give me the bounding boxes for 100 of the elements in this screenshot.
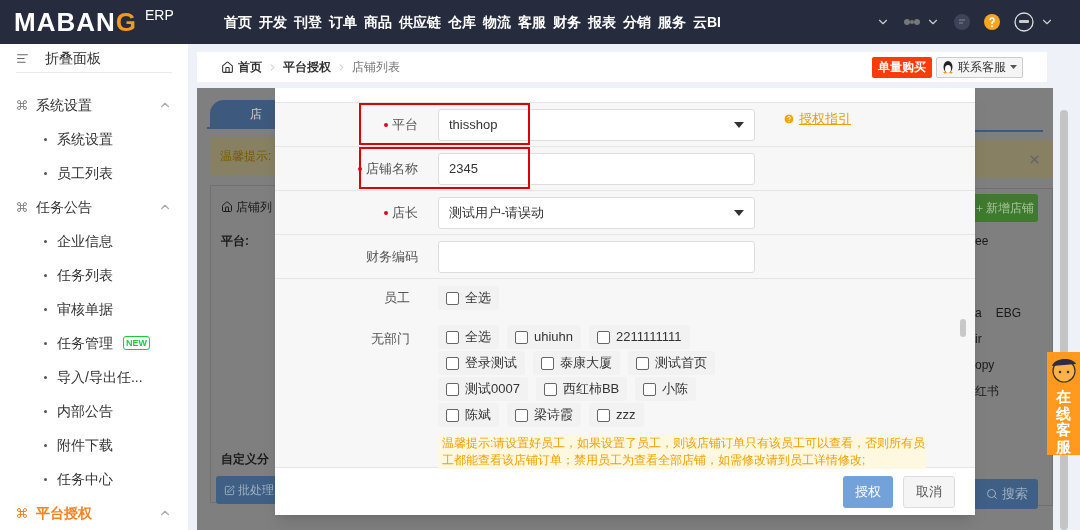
- avatar-icon[interactable]: [1014, 12, 1034, 32]
- bullet-icon: [44, 273, 47, 277]
- sidebar-item[interactable]: 系统设置: [57, 128, 113, 150]
- breadcrumb-link[interactable]: 首页: [238, 58, 262, 76]
- checkbox-option[interactable]: 2211111111: [589, 325, 690, 349]
- sidebar-item[interactable]: 企业信息: [57, 230, 113, 252]
- page-tab[interactable]: 店: [210, 100, 275, 127]
- checkbox[interactable]: [446, 408, 459, 422]
- home-icon: [221, 201, 233, 213]
- nav-link[interactable]: 刊登: [294, 11, 322, 33]
- bullet-icon: [44, 409, 47, 413]
- breadcrumb-link[interactable]: 店铺列表: [352, 58, 400, 76]
- nav-link[interactable]: 分销: [623, 11, 651, 33]
- checkbox[interactable]: [597, 408, 610, 422]
- platform-option[interactable]: ee: [975, 232, 989, 250]
- nav-link[interactable]: 首页: [224, 11, 252, 33]
- cancel-button[interactable]: 取消: [903, 475, 955, 508]
- nav-link[interactable]: 供应链: [399, 11, 441, 33]
- notice-text: 温馨提示:请设置好员工，如果设置了员工，则该店铺订单只有该员工可以查看，否则所有员工都能查看该店铺订单；禁用员工为查看全部店铺，如需修改请到员工详情修改;: [438, 435, 926, 469]
- input-field[interactable]: [438, 240, 755, 273]
- sidebar-item[interactable]: 员工列表: [57, 162, 113, 184]
- checkbox[interactable]: [446, 356, 459, 370]
- checkbox[interactable]: [515, 330, 528, 344]
- checkbox[interactable]: [643, 382, 657, 396]
- dots-icon[interactable]: [904, 18, 920, 26]
- platform-option[interactable]: 红书: [975, 382, 999, 400]
- checkbox[interactable]: [446, 291, 459, 305]
- select-field[interactable]: thisshop: [438, 108, 755, 141]
- checkbox-option[interactable]: 登录测试: [438, 351, 525, 375]
- sidebar-item[interactable]: 内部公告: [57, 400, 113, 422]
- home-icon: [221, 60, 234, 74]
- checkbox-option[interactable]: 陈斌: [438, 403, 499, 427]
- checkbox[interactable]: [446, 330, 459, 344]
- sidebar-item[interactable]: 审核单据: [57, 298, 113, 320]
- field-label: 无部门: [370, 330, 411, 348]
- checkbox[interactable]: [515, 408, 528, 422]
- caret-icon: [1010, 65, 1017, 69]
- nav-link[interactable]: 财务: [553, 11, 581, 33]
- scrollbar[interactable]: [959, 319, 967, 337]
- group-label: 任务公告: [36, 197, 92, 217]
- chat-icon[interactable]: [954, 14, 970, 30]
- breadcrumb-link[interactable]: 平台授权: [283, 58, 331, 76]
- nav-link[interactable]: 客服: [518, 11, 546, 33]
- sidebar-item[interactable]: 任务中心: [57, 468, 113, 490]
- sidebar-item[interactable]: 附件下载: [57, 434, 113, 456]
- nav-link[interactable]: 商品: [364, 11, 392, 33]
- select-value: thisshop: [449, 115, 498, 134]
- edit-icon: [224, 484, 235, 496]
- checkbox[interactable]: [543, 382, 557, 396]
- menu-icon[interactable]: [16, 51, 29, 65]
- checkbox-option[interactable]: 泰康大厦: [533, 351, 620, 375]
- nav-link[interactable]: 开发: [259, 11, 287, 33]
- nav-link[interactable]: 仓库: [448, 11, 476, 33]
- platform-option[interactable]: a: [975, 304, 982, 322]
- collapse-panel-button[interactable]: 折叠面板: [45, 47, 101, 69]
- platform-option[interactable]: opy: [975, 356, 995, 374]
- group-label: 系统设置: [36, 95, 92, 115]
- help-icon[interactable]: [984, 14, 1000, 30]
- platform-option[interactable]: EBG: [995, 304, 1022, 322]
- input-field[interactable]: 2345: [438, 152, 755, 185]
- bullet-icon: [44, 375, 47, 379]
- checkbox-option[interactable]: zzz: [589, 403, 644, 427]
- buy-button[interactable]: 单量购买: [872, 56, 932, 78]
- checkbox[interactable]: [597, 330, 611, 344]
- new-badge: NEW: [123, 336, 150, 350]
- checkbox-option[interactable]: 梁诗霞: [507, 403, 581, 427]
- select-field[interactable]: 测试用户-请误动: [438, 196, 755, 229]
- panel-title: 店铺列: [236, 199, 272, 216]
- platform-option[interactable]: ir: [975, 330, 982, 348]
- sidebar-item[interactable]: 任务管理: [57, 332, 113, 354]
- logo-suffix: ERP: [145, 6, 174, 25]
- nav-link[interactable]: 报表: [588, 11, 616, 33]
- sidebar-group[interactable]: 任务公告: [0, 190, 188, 224]
- checkbox-option[interactable]: 小陈: [635, 377, 697, 401]
- nav-link[interactable]: 服务: [658, 11, 686, 33]
- nav-link[interactable]: 物流: [483, 11, 511, 33]
- nav-link[interactable]: 云BI: [693, 11, 721, 33]
- contact-support-button[interactable]: 联系客服: [936, 56, 1023, 78]
- sidebar-group[interactable]: 系统设置: [0, 88, 188, 122]
- checkbox[interactable]: [636, 356, 649, 370]
- filter-label: 自定义分: [221, 451, 270, 468]
- sidebar-item[interactable]: 任务列表: [57, 264, 113, 286]
- nav-link[interactable]: 订单: [329, 11, 357, 33]
- checkbox[interactable]: [446, 382, 459, 396]
- command-icon: [16, 507, 28, 519]
- plus-icon: [975, 203, 984, 213]
- checkbox-option[interactable]: 全选: [438, 286, 499, 310]
- checkbox-option[interactable]: 西红柿BB: [535, 377, 628, 401]
- checkbox-option[interactable]: uhiuhn: [507, 325, 582, 349]
- bullet-icon: [44, 307, 47, 311]
- bullet-icon: [44, 443, 47, 447]
- bullet-icon: [44, 171, 47, 175]
- checkbox[interactable]: [541, 356, 554, 370]
- checkbox-option[interactable]: 测试0007: [438, 377, 528, 401]
- sidebar-item[interactable]: 导入/导出任...: [57, 366, 143, 388]
- checkbox-option[interactable]: 全选: [438, 325, 499, 349]
- checkbox-option[interactable]: 测试首页: [628, 351, 715, 375]
- bullet-icon: [44, 137, 47, 141]
- field-label: 店长: [392, 203, 418, 222]
- field-label: 员工: [383, 289, 411, 308]
